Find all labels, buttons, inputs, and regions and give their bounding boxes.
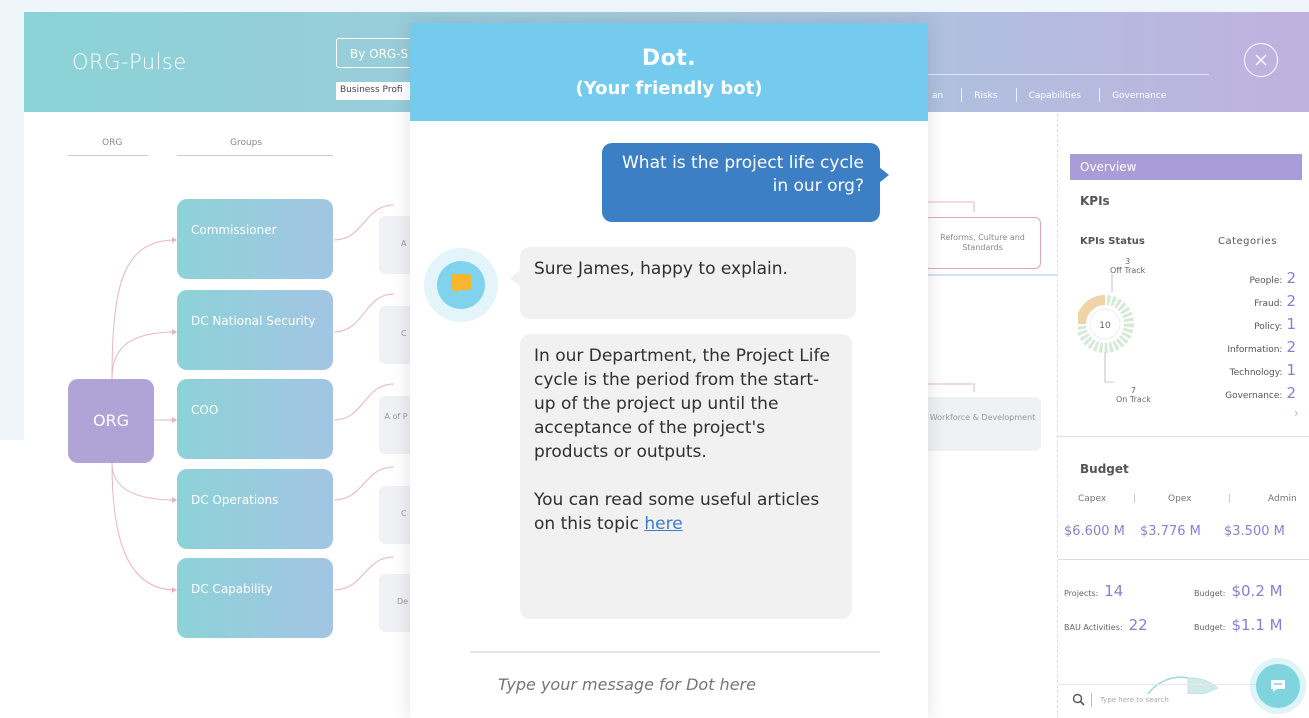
bot-message-bubble: In our Department, the Project Life cycl… (520, 334, 852, 619)
projects-label: Projects: (1064, 589, 1099, 598)
budget-value-capex: $6.600 M (1064, 524, 1125, 539)
category-name: Technology: (1229, 368, 1283, 378)
category-count: 2 (1286, 384, 1296, 402)
budget-value-opex: $3.776 M (1140, 524, 1201, 539)
on-track-text: On Track (1116, 395, 1151, 404)
subgroup-node[interactable]: C (379, 486, 413, 544)
subgroup-node[interactable]: De (379, 574, 413, 632)
budget-value-admin: $3.500 M (1224, 524, 1285, 539)
on-track-label: 7 On Track (1116, 386, 1151, 404)
projects-stat: Projects: 14 (1064, 582, 1123, 600)
chat-header: Dot. (Your friendly bot) (410, 23, 928, 121)
search-separator (1091, 693, 1092, 707)
on-track-count: 7 (1130, 386, 1136, 395)
budget-title: Budget (1080, 462, 1129, 476)
category-count: 2 (1286, 292, 1296, 310)
speech-bubble-icon (451, 274, 471, 295)
org-root-node[interactable]: ORG (68, 379, 154, 463)
category-name: People: (1249, 276, 1283, 286)
tab-separator (1099, 88, 1101, 102)
chevron-right-icon[interactable]: › (1294, 406, 1299, 420)
category-count: 1 (1286, 315, 1296, 333)
bot-name: Dot. (641, 46, 697, 71)
group-dc-national-security[interactable]: DC National Security (177, 290, 333, 370)
bau-budget-label: Budget: (1194, 623, 1226, 632)
overview-header: Overview (1070, 154, 1302, 180)
category-row: Fraud: 2 (1198, 292, 1296, 310)
search-icon (1072, 693, 1085, 706)
category-row: Policy: 1 (1198, 315, 1296, 333)
overview-panel: Overview KPIs KPIs Status Categories 3 O… (1057, 114, 1309, 718)
group-dc-capability[interactable]: DC Capability (177, 558, 333, 638)
user-message-bubble: What is the project life cycle in our or… (602, 143, 880, 222)
bot-message-tail (510, 270, 520, 286)
bot-message-text: In our Department, the Project Life cycl… (534, 346, 830, 462)
bau-budget-value: $1.1 M (1231, 616, 1283, 634)
bau-budget-stat: Budget: $1.1 M (1194, 616, 1283, 634)
group-commissioner[interactable]: Commissioner (177, 199, 333, 279)
projects-budget-label: Budget: (1194, 589, 1226, 598)
close-button[interactable] (1244, 43, 1278, 77)
budget-label-opex: Opex (1168, 494, 1192, 504)
budget-label-admin: Admin (1268, 494, 1297, 504)
tab-governance[interactable]: Governance (1112, 91, 1166, 101)
group-coo[interactable]: COO (177, 379, 333, 459)
search-input[interactable]: Type here to search (1100, 696, 1169, 704)
chat-bubble-icon (1271, 680, 1285, 692)
kpis-title: KPIs (1080, 194, 1110, 208)
categories-label: Categories (1218, 236, 1277, 247)
category-name: Governance: (1225, 391, 1283, 401)
category-row: People: 2 (1198, 269, 1296, 287)
kpi-donut-chart: 10 (1078, 274, 1134, 383)
budget-label-separator: | (1228, 494, 1232, 504)
category-name: Fraud: (1254, 299, 1283, 309)
budget-label-capex: Capex (1078, 494, 1107, 504)
bau-stat: BAU Activities: 22 (1064, 616, 1148, 634)
article-link[interactable]: here (644, 514, 682, 534)
group-dc-operations[interactable]: DC Operations (177, 469, 333, 549)
category-count: 2 (1286, 338, 1296, 356)
category-name: Policy: (1254, 322, 1283, 332)
subgroup-node[interactable]: A of P (379, 396, 413, 454)
projects-value: 14 (1104, 582, 1124, 600)
subgroup-node[interactable]: A (379, 216, 413, 274)
kpis-status-label: KPIs Status (1080, 236, 1145, 247)
section-divider (1058, 436, 1309, 437)
node-workforce[interactable]: Workforce & Development (924, 397, 1041, 451)
bot-tagline: (Your friendly bot) (575, 78, 763, 99)
bau-label: BAU Activities: (1064, 623, 1123, 632)
off-track-count: 3 (1125, 257, 1131, 266)
budget-label-separator: | (1133, 494, 1137, 504)
chat-message-input[interactable] (498, 675, 878, 694)
bot-message-text: You can read some useful articles on thi… (534, 488, 838, 536)
user-message-tail (879, 167, 889, 183)
projects-budget-value: $0.2 M (1231, 582, 1283, 600)
bot-message-bubble: Sure James, happy to explain. (520, 247, 856, 319)
close-icon (1255, 54, 1267, 66)
donut-total: 10 (1099, 321, 1111, 331)
bau-value: 22 (1128, 616, 1148, 634)
projects-budget-stat: Budget: $0.2 M (1194, 582, 1283, 600)
chat-launcher-button[interactable] (1256, 664, 1300, 708)
section-divider (1058, 559, 1309, 560)
category-row: Information: 2 (1198, 338, 1296, 356)
subgroup-node[interactable]: C (379, 306, 413, 364)
category-count: 2 (1286, 269, 1296, 287)
chat-input-divider (470, 651, 880, 653)
category-count: 1 (1286, 361, 1296, 379)
off-track-label: 3 Off Track (1110, 257, 1145, 275)
category-row: Governance: 2 (1198, 384, 1296, 402)
node-reforms[interactable]: Reforms, Culture and Standards (924, 217, 1041, 269)
category-name: Information: (1227, 345, 1283, 355)
chatbot-window: Dot. (Your friendly bot) What is the pro… (410, 23, 928, 718)
category-row: Technology: 1 (1198, 361, 1296, 379)
bot-avatar (424, 248, 498, 322)
